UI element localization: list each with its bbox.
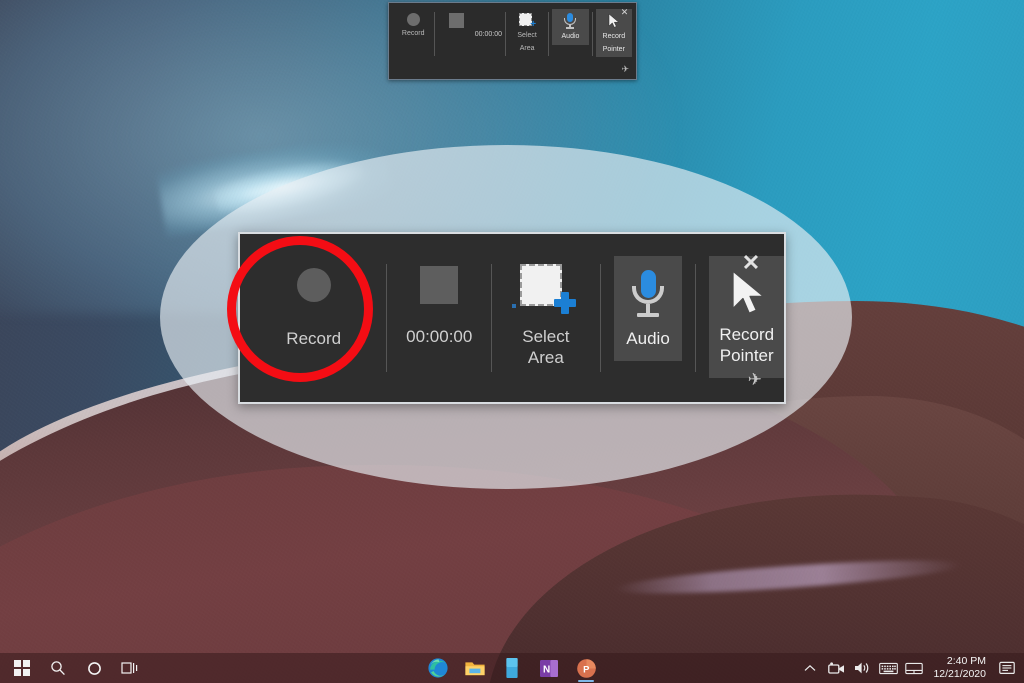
volume-icon[interactable] [849, 653, 875, 683]
annotation-ellipse-record [227, 236, 373, 382]
record-button-small[interactable]: Record [395, 9, 431, 42]
pin-icon[interactable]: ✈ [621, 65, 629, 74]
taskbar[interactable]: N P 2:40 PM 12/21/2020 [0, 653, 1024, 683]
screen-recorder-toolbar-small[interactable]: Record 00:00:00 + Select Area Audio Reco… [388, 2, 637, 80]
clock-date: 12/21/2020 [933, 668, 986, 680]
divider [591, 12, 593, 56]
svg-text:P: P [583, 663, 589, 674]
divider [504, 12, 506, 56]
show-hidden-icons-chevron[interactable] [797, 653, 823, 683]
select-area-button[interactable]: Select Area [505, 252, 587, 368]
stop-button-small[interactable] [438, 9, 474, 31]
audio-label-small: Audio [561, 33, 580, 40]
touchpad-icon[interactable] [901, 653, 927, 683]
timer-readout: 00:00:00 [406, 327, 473, 346]
audio-button-small[interactable]: Audio [552, 9, 589, 45]
onenote-icon[interactable]: N [531, 653, 567, 683]
system-tray: 2:40 PM 12/21/2020 [797, 653, 1020, 683]
pin-icon[interactable]: ✈ [748, 371, 762, 388]
select-area-label-line2: Area [527, 348, 564, 367]
divider [386, 264, 388, 372]
select-area-button-small[interactable]: + Select Area [509, 9, 545, 56]
svg-text:N: N [543, 664, 550, 675]
file-explorer-icon[interactable] [457, 653, 493, 683]
select-area-icon [511, 264, 576, 316]
audio-label: Audio [626, 329, 670, 348]
store-icon[interactable] [494, 653, 530, 683]
microphone-icon [563, 13, 577, 29]
select-area-label-line2: Area [519, 44, 535, 52]
timer-small: 00:00:00 [474, 31, 502, 38]
mouse-pointer-icon [731, 270, 764, 315]
record-pointer-label-line2: Pointer [719, 346, 774, 365]
divider [695, 264, 697, 372]
desktop-screen: Record 00:00:00 + Select Area Audio Reco… [0, 0, 1024, 683]
record-label-small: Record [401, 30, 425, 37]
action-center-icon[interactable] [994, 653, 1020, 683]
stop-square-icon [449, 13, 465, 28]
divider [548, 12, 550, 56]
stop-square-icon [420, 266, 459, 304]
powerpoint-icon[interactable]: P [568, 653, 604, 683]
touch-keyboard-icon[interactable] [875, 653, 901, 683]
divider [599, 264, 601, 372]
taskbar-clock[interactable]: 2:40 PM 12/21/2020 [927, 653, 994, 683]
record-pointer-label-line1: Record [719, 325, 775, 344]
audio-button[interactable]: Audio [613, 256, 683, 361]
microphone-icon [628, 270, 668, 320]
divider [491, 264, 493, 372]
screen-recorder-tray-icon[interactable] [823, 653, 849, 683]
select-area-label-line1: Select [517, 32, 537, 39]
record-pointer-label-line2: Pointer [602, 45, 625, 53]
stop-button[interactable]: 00:00:00 [400, 252, 478, 347]
app-running-indicator [578, 680, 594, 682]
select-area-label-line1: Select [522, 327, 570, 346]
select-area-icon: + [519, 13, 536, 30]
divider [434, 12, 436, 56]
record-circle-icon [406, 13, 420, 26]
close-icon[interactable]: ✕ [619, 8, 630, 19]
close-icon[interactable]: ✕ [740, 252, 762, 274]
microsoft-edge-icon[interactable] [420, 653, 456, 683]
record-pointer-label-line1: Record [602, 33, 626, 40]
clock-time: 2:40 PM [946, 655, 986, 667]
